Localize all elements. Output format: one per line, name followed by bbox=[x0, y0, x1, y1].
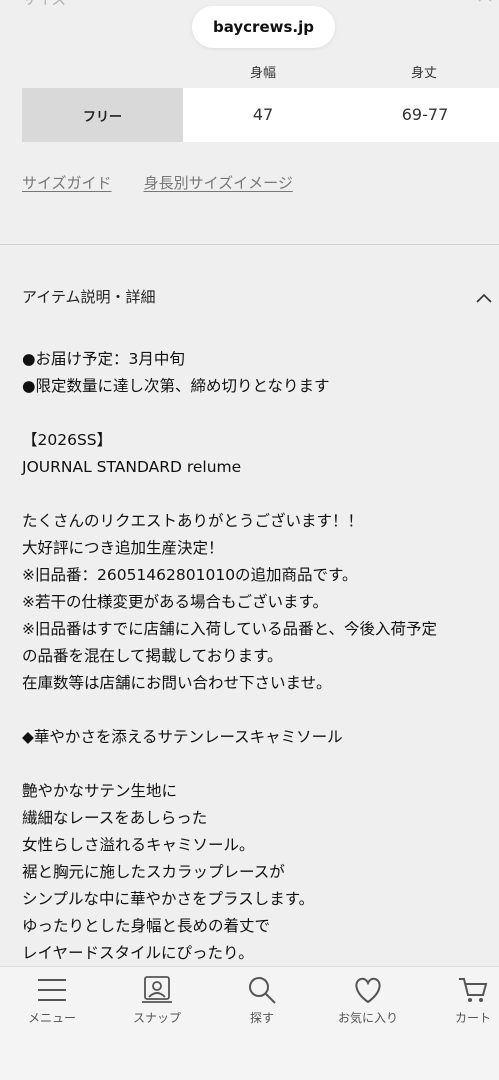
description-line: 裾と胸元に施したスカラップレースが bbox=[22, 863, 285, 881]
description-gap bbox=[22, 481, 496, 508]
item-description: ●お届け予定：3月中旬 ●限定数量に達し次第、締め切りとなります 【2026SS】 J… bbox=[22, 346, 496, 967]
description-line: 女性らしさ溢れるキャミソール。 bbox=[22, 836, 255, 854]
size-guide-link[interactable]: サイズガイド bbox=[22, 172, 112, 193]
bottom-navigation: メニュー スナップ 探す お気に入り カート bbox=[0, 966, 499, 1080]
description-gap bbox=[22, 400, 496, 427]
description-line: ※旧品番はすでに店舗に入荷している品番と、今後入荷予定 bbox=[22, 620, 438, 638]
description-line: 繊細なレースをあしらった bbox=[22, 809, 208, 827]
size-value-length: 69-77 bbox=[401, 105, 449, 124]
chevron-up-icon[interactable] bbox=[475, 290, 493, 308]
description-gap bbox=[22, 697, 496, 724]
product-detail-page: サイズ baycrews.jp 身幅 身丈 フリー 47 69-77 サイズガイ… bbox=[0, 0, 499, 1080]
size-col-width: 身幅 bbox=[249, 66, 276, 81]
nav-favorites[interactable]: お気に入り bbox=[318, 975, 418, 1035]
description-line: 大好評につき追加生産決定！ bbox=[22, 539, 224, 557]
url-domain: baycrews.jp bbox=[212, 18, 314, 36]
height-size-link[interactable]: 身長別サイズイメージ bbox=[144, 172, 293, 193]
menu-icon bbox=[38, 979, 66, 1001]
description-line: シンプルな中に華やかさをプラスします。 bbox=[22, 890, 315, 908]
url-bar[interactable]: baycrews.jp bbox=[192, 6, 335, 48]
description-line: たくさんのリクエストありがとうございます！！ bbox=[22, 512, 364, 530]
search-icon bbox=[249, 977, 276, 1004]
description-line: ゆったりとした身幅と長めの着丈で bbox=[22, 917, 271, 935]
chevron-up-icon bbox=[478, 0, 492, 2]
size-col-length: 身丈 bbox=[410, 66, 437, 81]
snap-icon bbox=[142, 976, 172, 1003]
nav-search[interactable]: 探す bbox=[212, 975, 312, 1035]
nav-snap-label: スナップ bbox=[132, 1011, 181, 1025]
description-gap bbox=[22, 751, 496, 778]
description-line: の品番を混在して掲載しております。 bbox=[22, 647, 283, 665]
description-line: ●お届け予定：3月中旬 bbox=[22, 350, 185, 368]
size-value-width: 47 bbox=[252, 105, 274, 124]
heart-icon bbox=[355, 977, 381, 1004]
section-divider bbox=[0, 244, 499, 245]
nav-menu-label: メニュー bbox=[27, 1011, 76, 1025]
nav-search-label: 探す bbox=[249, 1011, 274, 1025]
description-line: 【2026SS】 bbox=[22, 431, 113, 449]
nav-snap[interactable]: スナップ bbox=[107, 975, 207, 1035]
description-line: ※若干の仕様変更がある場合もございます。 bbox=[22, 593, 328, 611]
nav-menu[interactable]: メニュー bbox=[2, 975, 102, 1035]
size-name: フリー bbox=[22, 88, 183, 142]
description-line: 在庫数等は店舗にお問い合わせ下さいませ。 bbox=[22, 674, 332, 692]
description-line: 艶やかなサテン生地に bbox=[22, 782, 178, 800]
description-line: ◆華やかさを添えるサテンレースキャミソール bbox=[22, 728, 343, 746]
description-line: ※旧品番：26051462801010の追加商品です。 bbox=[22, 566, 358, 584]
size-section-label: サイズ bbox=[22, 0, 67, 9]
cart-icon bbox=[459, 978, 488, 1002]
size-table-row: フリー 47 69-77 bbox=[22, 88, 499, 142]
nav-cart[interactable]: カート bbox=[423, 975, 499, 1035]
size-links: サイズガイド 身長別サイズイメージ bbox=[22, 172, 293, 193]
item-section-title[interactable]: アイテム説明・詳細 bbox=[22, 286, 156, 307]
description-line: レイヤードスタイルにぴったり。 bbox=[22, 944, 254, 962]
nav-cart-label: カート bbox=[454, 1011, 491, 1025]
size-values: 47 69-77 bbox=[183, 88, 499, 142]
nav-favorites-label: お気に入り bbox=[337, 1011, 398, 1025]
description-line: ●限定数量に達し次第、締め切りとなります bbox=[22, 377, 330, 395]
size-table-header: 身幅 身丈 bbox=[22, 62, 499, 82]
description-line: JOURNAL STANDARD relume bbox=[22, 458, 242, 476]
